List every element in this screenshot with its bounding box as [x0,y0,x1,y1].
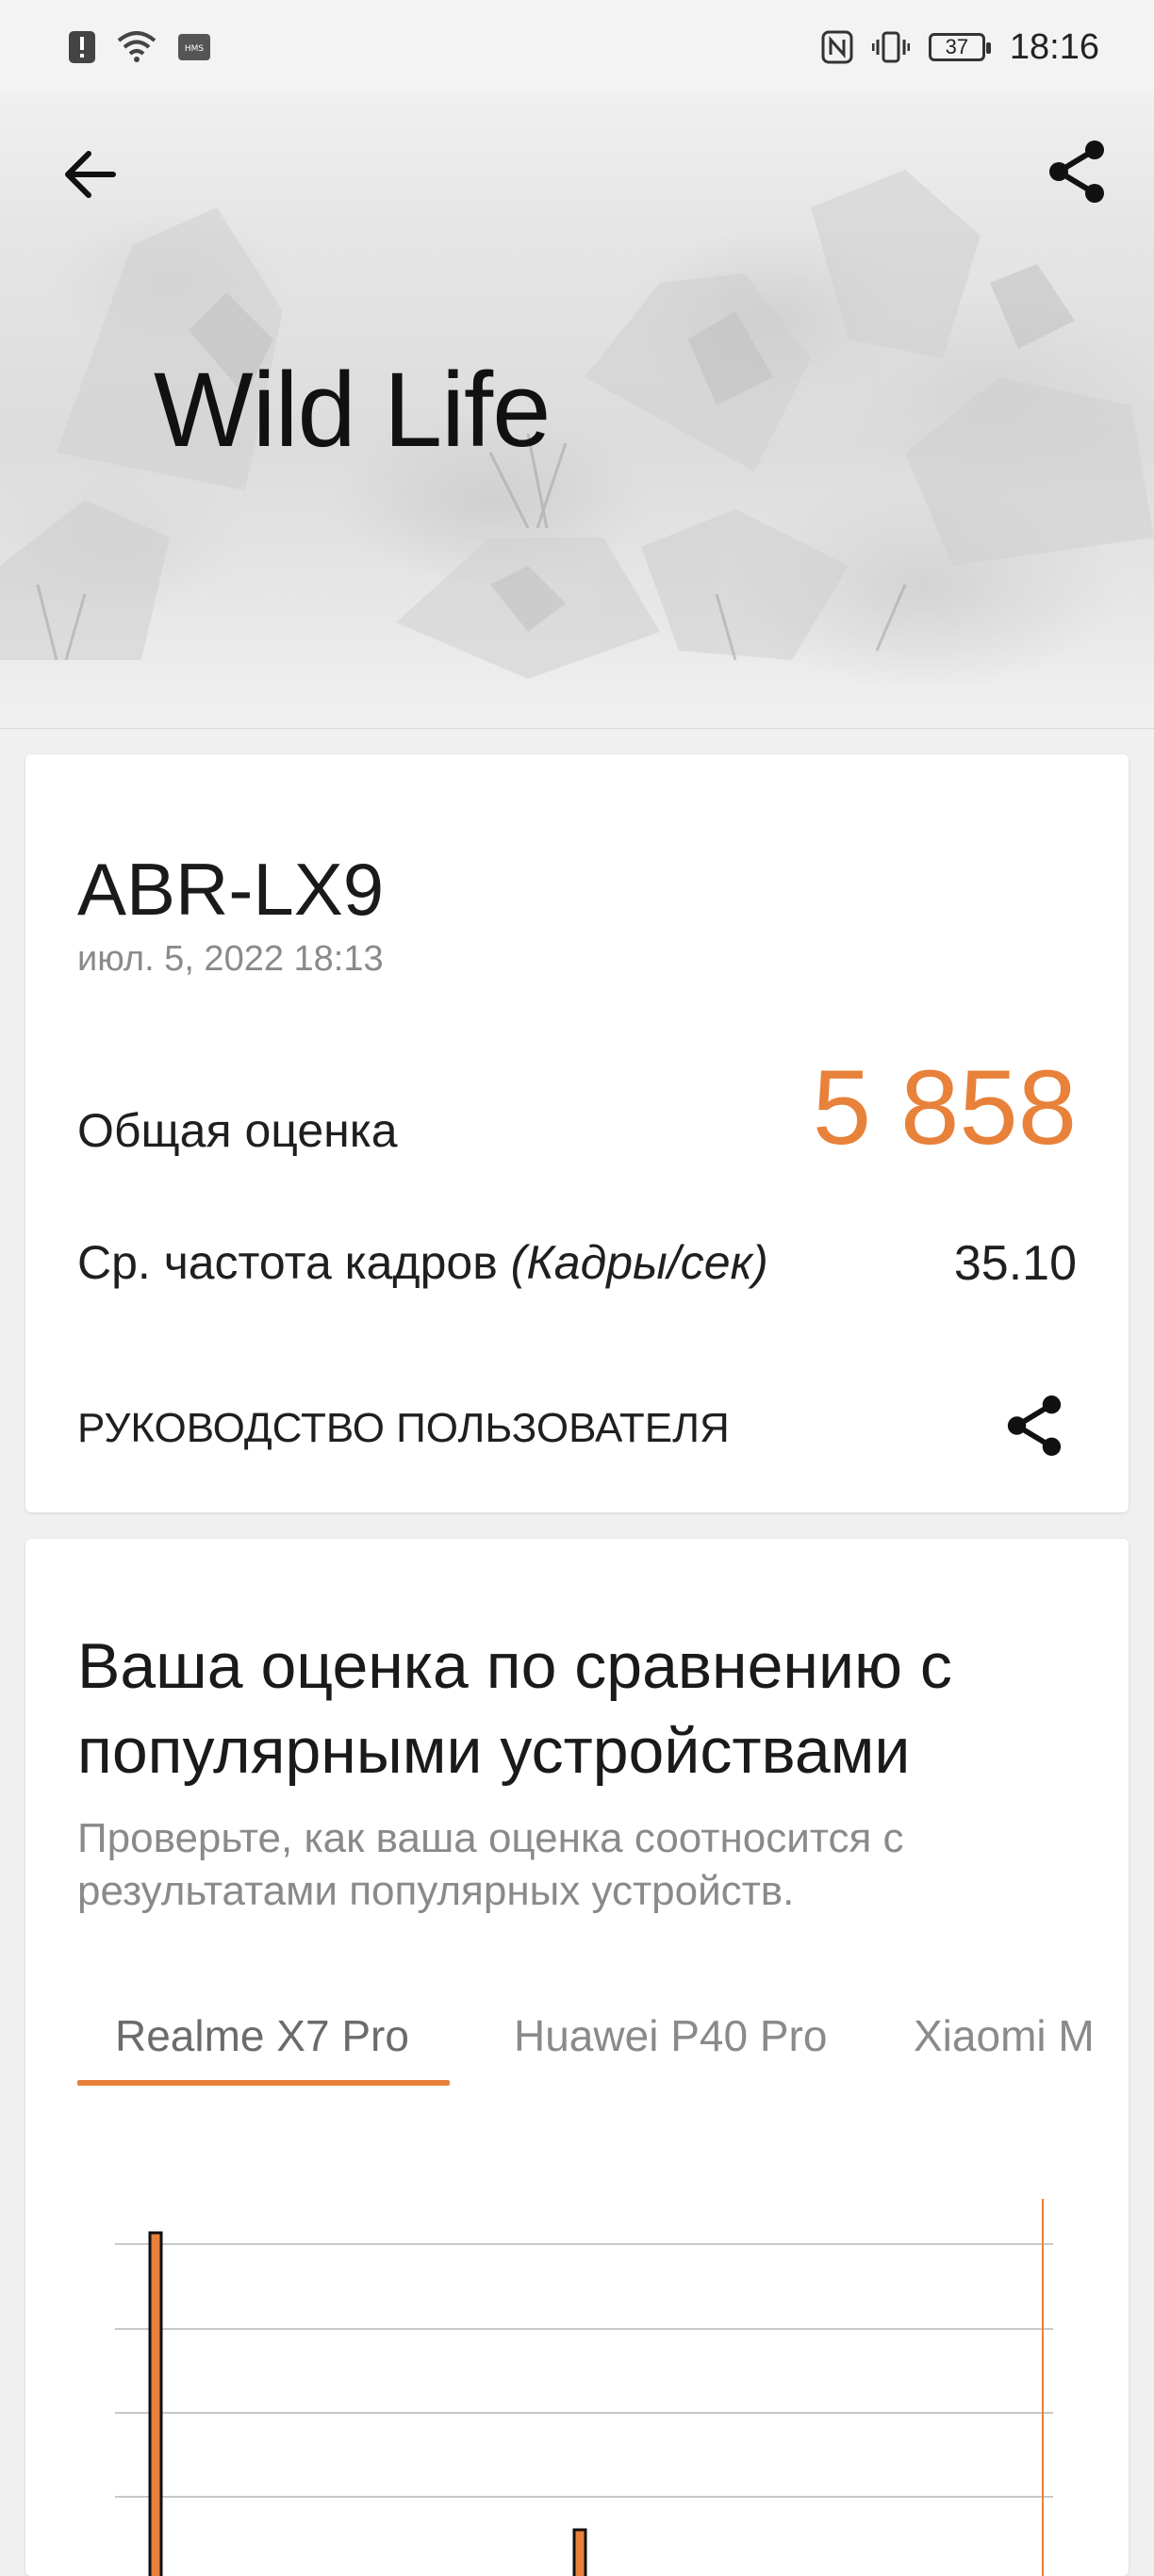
status-bar: HMS 37 18:16 [0,0,1154,94]
chart-bar [572,2528,587,2576]
share-icon [1007,1395,1062,1456]
alert-icon [68,30,96,64]
status-right: 37 18:16 [821,27,1099,68]
hero-header: Wild Life [0,94,1154,729]
status-left: HMS [68,30,211,64]
battery-icon: 37 [928,33,991,61]
test-datetime: июл. 5, 2022 18:13 [77,939,384,979]
share-button[interactable] [1039,134,1114,209]
overall-score-label: Общая оценка [77,1104,398,1157]
tab-selected-indicator [77,2080,450,2086]
comparison-chart [115,2199,1053,2576]
comparison-title: Ваша оценка по сравнению с популярными у… [77,1630,952,1787]
result-card: ABR-LX9 июл. 5, 2022 18:13 Общая оценка … [25,754,1129,1512]
fps-value: 35.10 [953,1236,1077,1291]
back-button[interactable] [53,137,128,212]
tab-xiaomi[interactable]: Xiaomi M [914,2010,1095,2061]
overall-score-value: 5 858 [812,1049,1077,1166]
tab-realme-x7-pro[interactable]: Realme X7 Pro [115,2010,409,2061]
page-title: Wild Life [154,351,551,469]
comparison-subtitle: Проверьте, как ваша оценка соотносится с… [77,1815,904,1914]
svg-text:HMS: HMS [185,44,205,54]
comparison-card: Ваша оценка по сравнению с популярными у… [25,1539,1129,2576]
hms-icon: HMS [177,33,211,61]
chart-bar [148,2231,163,2576]
fps-label: Ср. частота кадров (Кадры/сек) [77,1235,768,1290]
status-time: 18:16 [1009,26,1099,67]
vibrate-icon [871,30,910,64]
fps-label-text: Ср. частота кадров [77,1236,511,1289]
device-name: ABR-LX9 [77,848,385,931]
share-result-button[interactable] [997,1388,1072,1463]
share-icon [1049,140,1104,203]
user-guide-link[interactable]: РУКОВОДСТВО ПОЛЬЗОВАТЕЛЯ [77,1405,730,1452]
arrow-left-icon [65,151,116,198]
tab-huawei-p40-pro[interactable]: Huawei P40 Pro [514,2010,827,2061]
nfc-icon [821,30,853,64]
wifi-icon [117,31,157,63]
device-tabs: Realme X7 Pro Huawei P40 Pro Xiaomi M [77,2001,1105,2095]
fps-unit: (Кадры/сек) [510,1236,768,1289]
